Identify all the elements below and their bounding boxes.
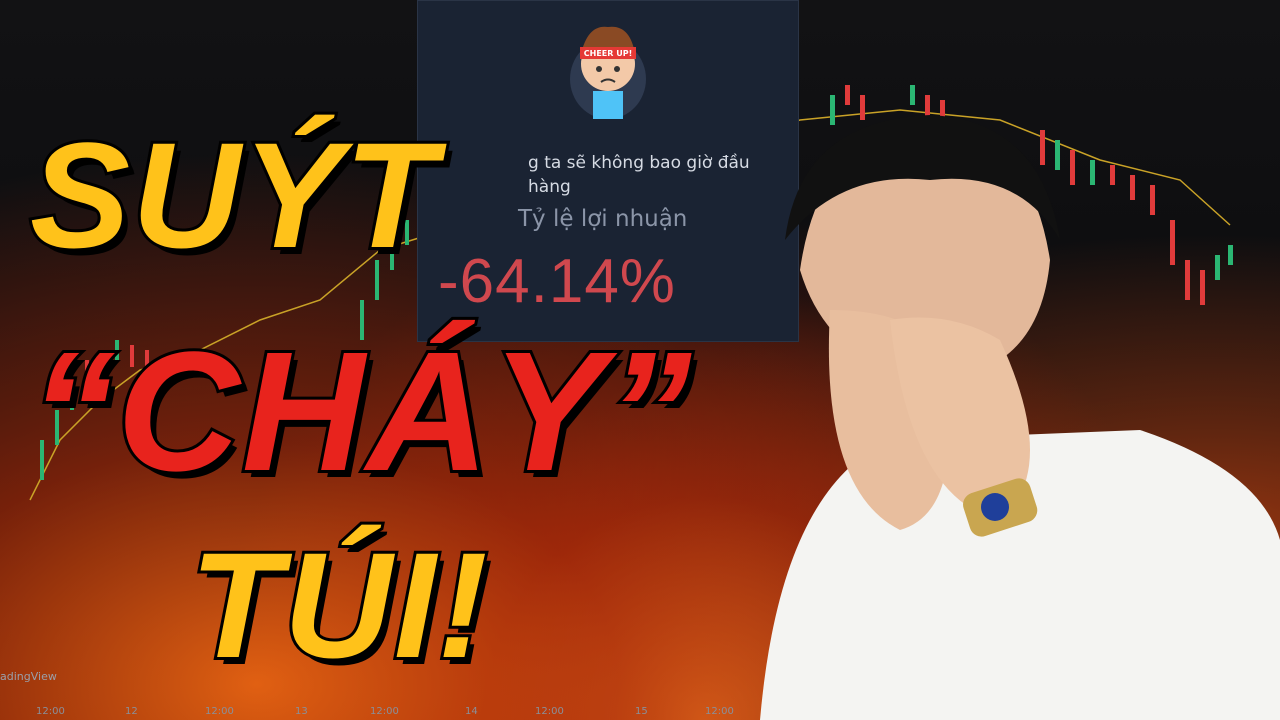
axis-label: 12:00 xyxy=(535,706,564,717)
profit-label: Tỷ lệ lợi nhuận xyxy=(518,206,688,232)
axis-label: 13 xyxy=(295,706,308,717)
person-face-palm xyxy=(760,115,1280,720)
axis-label: 14 xyxy=(465,706,478,717)
headline-line-2: “CHÁY” xyxy=(27,317,695,507)
thumbnail: CHEER UP! g ta sẽ không bao giờ đầu hàng… xyxy=(0,0,1280,720)
axis-label: 12:00 xyxy=(705,706,734,717)
axis-label: 12:00 xyxy=(205,706,234,717)
svg-text:CHEER UP!: CHEER UP! xyxy=(584,49,632,58)
headline-line-3: TÚI! xyxy=(187,521,491,689)
profit-value: -64.14% xyxy=(438,247,676,316)
headline-line-1: SUÝT xyxy=(27,111,439,279)
axis-label: 12:00 xyxy=(370,706,399,717)
axis-label: 12:00 xyxy=(36,706,65,717)
axis-label: 15 xyxy=(635,706,648,717)
tradingview-watermark: adingView xyxy=(0,670,57,683)
sad-mascot-icon: CHEER UP! xyxy=(570,26,646,119)
axis-label: 12 xyxy=(125,706,138,717)
